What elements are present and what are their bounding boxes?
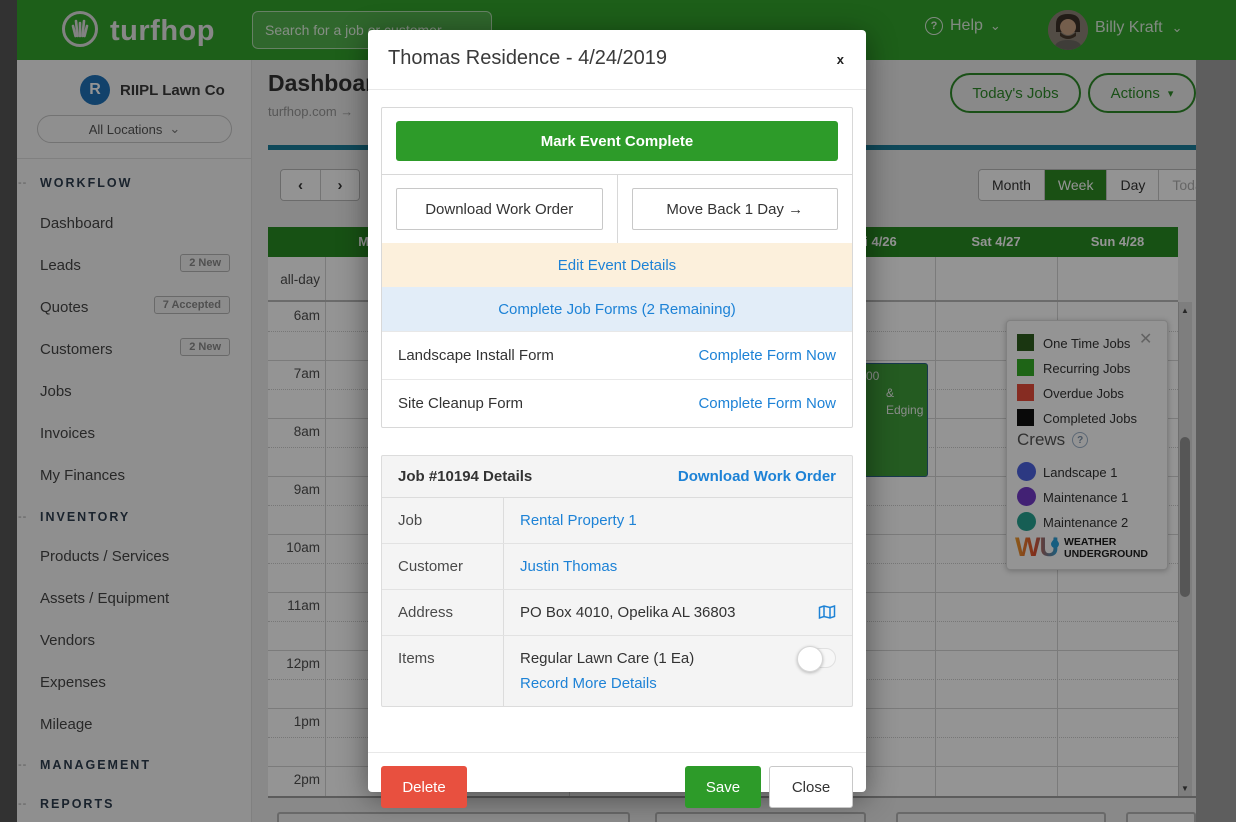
mark-event-complete-button[interactable]: Mark Event Complete <box>396 121 838 161</box>
item-value: Regular Lawn Care (1 Ea) <box>520 650 836 667</box>
complete-form-now-link[interactable]: Complete Form Now <box>698 395 836 412</box>
table-row-job: Job Rental Property 1 <box>382 498 852 544</box>
map-icon[interactable] <box>818 604 836 624</box>
form-name: Landscape Install Form <box>398 347 554 364</box>
modal-title: Thomas Residence - 4/24/2019 <box>388 47 667 70</box>
delete-button[interactable]: Delete <box>381 766 467 808</box>
modal-footer: Delete Save Close <box>368 752 866 792</box>
download-work-order-button[interactable]: Download Work Order <box>396 188 603 230</box>
edit-event-details-link[interactable]: Edit Event Details <box>558 257 676 274</box>
job-details-title: Job #10194 Details <box>398 468 532 485</box>
complete-job-forms-link[interactable]: Complete Job Forms (2 Remaining) <box>498 301 736 318</box>
job-link[interactable]: Rental Property 1 <box>520 512 637 529</box>
secondary-actions-row: Download Work Order Move Back 1 Day → <box>382 174 852 243</box>
app-page: turfhop ? Help ⌄ Billy Kraft ⌄ R RIIPL L… <box>0 0 1236 822</box>
modal-header: Thomas Residence - 4/24/2019 x <box>368 30 866 90</box>
row-label: Items <box>382 636 504 706</box>
row-label: Address <box>382 590 504 635</box>
save-button[interactable]: Save <box>685 766 761 808</box>
address-value: PO Box 4010, Opelika AL 36803 <box>520 604 735 621</box>
complete-forms-row: Complete Job Forms (2 Remaining) <box>382 287 852 331</box>
download-work-order-link[interactable]: Download Work Order <box>678 468 836 485</box>
move-back-cell: Move Back 1 Day → <box>617 175 853 243</box>
table-row-address: Address PO Box 4010, Opelika AL 36803 <box>382 590 852 636</box>
item-toggle[interactable] <box>798 648 836 668</box>
modal-close-icon[interactable]: x <box>837 52 844 67</box>
form-row-landscape-install: Landscape Install Form Complete Form Now <box>382 331 852 379</box>
row-label: Customer <box>382 544 504 589</box>
form-name: Site Cleanup Form <box>398 395 523 412</box>
toggle-knob <box>797 646 823 672</box>
record-more-details-link[interactable]: Record More Details <box>520 675 657 692</box>
job-details-table: Job #10194 Details Download Work Order J… <box>381 455 853 707</box>
close-button[interactable]: Close <box>769 766 853 808</box>
event-actions-box: Mark Event Complete Download Work Order … <box>381 107 853 428</box>
download-cell: Download Work Order <box>382 175 617 243</box>
row-label: Job <box>382 498 504 543</box>
edit-event-row: Edit Event Details <box>382 243 852 287</box>
table-row-customer: Customer Justin Thomas <box>382 544 852 590</box>
mark-complete-row: Mark Event Complete <box>382 108 852 174</box>
move-back-one-day-button[interactable]: Move Back 1 Day → <box>632 188 839 230</box>
event-modal: Thomas Residence - 4/24/2019 x Mark Even… <box>368 30 866 792</box>
job-details-header: Job #10194 Details Download Work Order <box>382 456 852 498</box>
complete-form-now-link[interactable]: Complete Form Now <box>698 347 836 364</box>
customer-link[interactable]: Justin Thomas <box>520 558 617 575</box>
form-row-site-cleanup: Site Cleanup Form Complete Form Now <box>382 379 852 427</box>
table-row-items: Items Regular Lawn Care (1 Ea) Record Mo… <box>382 636 852 706</box>
